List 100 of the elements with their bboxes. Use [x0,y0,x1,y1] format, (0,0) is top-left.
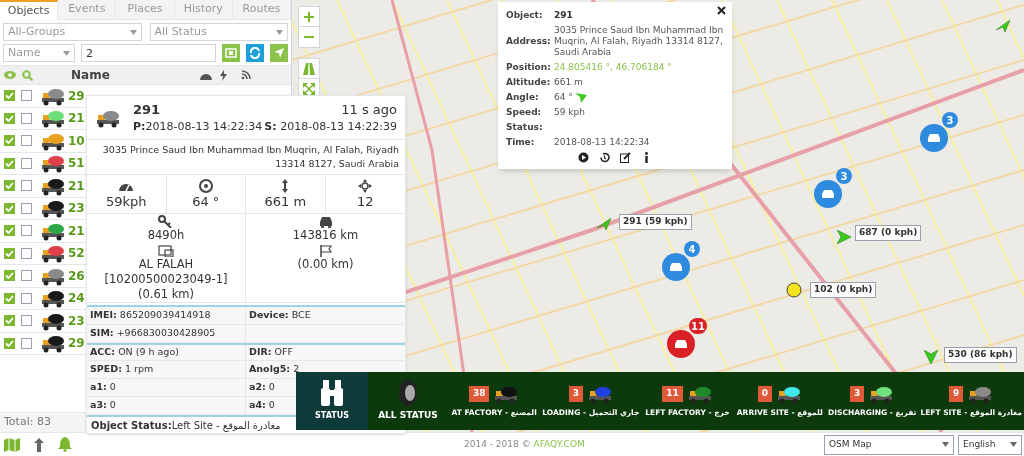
checkbox[interactable] [21,270,32,282]
status-tile[interactable]: STATUS [296,372,368,430]
checkbox[interactable] [21,157,32,169]
object-name[interactable]: 23 [68,199,85,218]
check-icon [5,249,14,257]
object-name[interactable]: 29 [68,334,85,353]
dropdown[interactable]: Name [3,44,75,62]
vehicle-label: 291 (59 kph) [619,214,692,230]
select-area-button[interactable] [222,44,240,62]
column-header[interactable]: Name [71,66,110,84]
object-name[interactable]: 10 [68,131,85,150]
count-badge: 3 [568,386,583,402]
vehicle-label: 102 (0 kph) [810,282,877,298]
sensor-value: a1: 0 [90,380,116,395]
sensor-value: IMEI: 865209039414918 [90,308,211,323]
dropdown[interactable]: All Status [149,23,288,41]
road-icon [303,62,315,75]
checkbox[interactable] [4,135,15,147]
direction-arrow-icon [574,92,587,103]
field-value: 2018-08-13 14:22:34 [554,137,650,148]
history-icon [599,152,610,163]
tab[interactable]: Routes [232,0,291,20]
checkbox[interactable] [4,270,15,282]
object-name[interactable]: 24 [68,289,85,308]
field-label: Time: [506,137,536,148]
close-button[interactable] [717,6,726,15]
upload-button[interactable] [34,437,44,452]
location-arrow-icon [274,48,284,58]
field-value: 661 m [554,77,583,88]
field-value: 59 kph [554,107,585,118]
arrow-marker-icon [597,218,611,232]
vehicle-label: 530 (86 kph) [944,347,1017,363]
checkbox[interactable] [4,337,15,349]
object-name[interactable]: 23 [68,311,85,330]
checkbox[interactable] [4,180,15,192]
search-field[interactable]: 2 [81,44,216,62]
play-button[interactable] [578,152,589,163]
checkbox[interactable] [4,157,15,169]
check-icon [5,204,14,212]
sensor-value: Device: BCE [249,308,311,323]
checkbox[interactable] [21,247,32,259]
field-label: Position: [506,62,552,73]
checkbox[interactable] [4,202,15,214]
metric-value: 59kph [105,192,147,210]
expand-icon [303,83,315,95]
tab[interactable]: Objects [0,0,59,20]
object-name[interactable]: 51 [68,154,85,173]
tab[interactable]: History [174,0,233,20]
metric-value: 12 [356,192,374,210]
checkbox[interactable] [4,225,15,237]
sensor-value: a2: 0 [249,380,275,395]
tab[interactable]: Places [116,0,175,20]
object-name[interactable]: 29 [68,86,85,105]
check-icon [5,317,14,325]
select-area-icon [225,48,237,58]
check-icon [5,92,14,100]
checkbox[interactable] [4,112,15,124]
checkbox[interactable] [21,112,32,124]
object-name[interactable]: 52 [68,244,85,263]
copyright: 2014 - 2018 © [464,438,532,449]
checkbox[interactable] [21,90,32,102]
checkbox[interactable] [21,202,32,214]
arrow-marker-icon [924,350,938,364]
checkbox[interactable] [4,247,15,259]
language-dropdown[interactable]: English [958,434,1022,455]
tab[interactable]: Events [58,0,117,20]
locate-button[interactable] [270,44,288,62]
count-badge: 11 [662,386,683,402]
checkbox[interactable] [4,315,15,327]
detail-value: 8490h [147,228,185,243]
sensor-value: DIR: OFF [249,345,293,360]
map-button[interactable] [4,437,20,452]
car-icon [821,189,835,199]
check-icon [5,294,14,302]
object-name[interactable]: 26 [68,266,85,285]
checkbox[interactable] [21,315,32,327]
object-name[interactable]: 21 [68,221,85,240]
checkbox[interactable] [21,292,32,304]
check-icon [5,114,14,122]
object-name[interactable]: 21 [68,176,85,195]
checkbox[interactable] [21,180,32,192]
signal-icon [240,70,251,80]
edit-button[interactable] [620,152,631,163]
bell-icon [58,437,72,452]
checkbox[interactable] [21,135,32,147]
object-name[interactable]: 21 [68,109,85,128]
search-icon [22,69,33,81]
car-icon [317,215,334,228]
total-count: Total: 83 [4,414,51,431]
all-status-tile[interactable]: ALL STATUS [368,372,448,430]
checkbox[interactable] [4,292,15,304]
dropdown[interactable]: All-Groups [3,23,142,41]
checkbox[interactable] [21,225,32,237]
website-link[interactable]: AFAQY.COM [533,438,585,449]
refresh-button[interactable] [246,44,264,62]
checkbox[interactable] [4,90,15,102]
history-button[interactable] [599,152,610,163]
checkbox[interactable] [21,337,32,349]
notifications-button[interactable] [58,437,72,452]
map-type-dropdown[interactable]: OSM Map [824,434,954,455]
